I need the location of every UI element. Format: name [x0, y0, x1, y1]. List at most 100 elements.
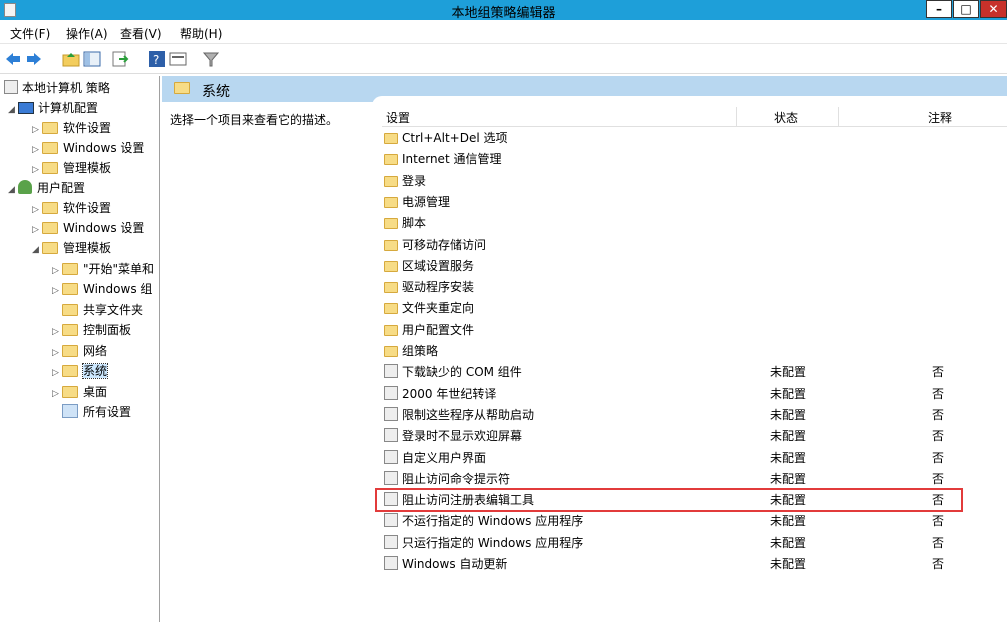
column-state[interactable]: 状态 — [774, 109, 798, 126]
policy-name: 登录时不显示欢迎屏幕 — [402, 429, 523, 444]
folder-row-label: 脚本 — [384, 213, 426, 234]
tree-windows-components[interactable]: ▷ Windows 组 — [52, 279, 152, 299]
policy-setting-icon — [384, 385, 398, 400]
policy-row[interactable]: 阻止访问命令提示符 未配置 否 — [382, 469, 1007, 490]
folder-icon — [384, 346, 398, 357]
folder-row[interactable]: 电源管理 — [382, 192, 1007, 213]
folder-row[interactable]: 文件夹重定向 — [382, 298, 1007, 319]
folder-name: Internet 通信管理 — [402, 152, 502, 167]
svg-text:?: ? — [153, 53, 159, 67]
policy-row[interactable]: 登录时不显示欢迎屏幕 未配置 否 — [382, 426, 1007, 447]
column-setting[interactable]: 设置 — [386, 109, 410, 126]
policy-name: 下载缺少的 COM 组件 — [402, 365, 522, 380]
back-icon[interactable] — [4, 50, 22, 68]
menu-bar: 文件(F) 操作(A) 查看(V) 帮助(H) — [0, 20, 1007, 44]
folder-icon — [384, 133, 398, 144]
tree-computer-config[interactable]: ◢ 计算机配置 — [8, 98, 98, 118]
tree-label: Windows 设置 — [63, 221, 145, 235]
tree-system[interactable]: ▷ 系统 — [52, 361, 109, 381]
tree-c-templates[interactable]: ▷ 管理模板 — [32, 158, 111, 178]
policy-row[interactable]: 限制这些程序从帮助启动 未配置 否 — [382, 405, 1007, 426]
policy-row[interactable]: Windows 自动更新 未配置 否 — [382, 554, 1007, 575]
tree-all-settings[interactable]: 所有设置 — [52, 402, 131, 422]
tree-u-software[interactable]: ▷ 软件设置 — [32, 198, 111, 218]
tree-root[interactable]: 本地计算机 策略 — [4, 78, 110, 98]
policy-note: 否 — [932, 407, 945, 422]
column-divider[interactable] — [838, 107, 839, 127]
tree-pane: 本地计算机 策略 ◢ 计算机配置 ▷ 软件设置 ▷ Windows 设置 ▷ 管理模板 … — [0, 76, 160, 622]
folder-icon — [62, 283, 78, 295]
tree-label: 计算机配置 — [38, 101, 99, 115]
show-hide-tree-icon[interactable] — [83, 50, 101, 68]
folder-icon — [62, 304, 78, 316]
help-icon[interactable]: ? — [148, 50, 166, 68]
policy-state: 未配置 — [770, 471, 807, 486]
view-icon[interactable] — [169, 50, 187, 68]
folder-row[interactable]: 可移动存储访问 — [382, 235, 1007, 256]
close-button[interactable]: ✕ — [980, 0, 1007, 18]
tree-label: 管理模板 — [63, 241, 112, 255]
tree-network[interactable]: ▷ 网络 — [52, 341, 107, 361]
folder-name: 登录 — [402, 173, 427, 188]
policy-row[interactable]: 只运行指定的 Windows 应用程序 未配置 否 — [382, 533, 1007, 554]
tree-c-windows[interactable]: ▷ Windows 设置 — [32, 138, 144, 158]
filter-icon[interactable] — [202, 50, 220, 68]
folder-icon — [384, 196, 398, 208]
folder-row[interactable]: 区域设置服务 — [382, 256, 1007, 277]
column-divider[interactable] — [736, 107, 737, 127]
policy-state: 未配置 — [770, 535, 807, 550]
menu-file[interactable]: 文件(F) — [10, 25, 50, 42]
export-icon[interactable] — [111, 50, 129, 68]
folder-name: 用户配置文件 — [402, 322, 475, 337]
folder-row[interactable]: Ctrl+Alt+Del 选项 — [382, 128, 1007, 149]
policy-row[interactable]: 下载缺少的 COM 组件 未配置 否 — [382, 362, 1007, 383]
tree-u-templates[interactable]: ◢ 管理模板 — [32, 238, 111, 258]
all-settings-icon — [62, 404, 78, 418]
policy-row-label: 不运行指定的 Windows 应用程序 — [384, 511, 583, 532]
folder-row-label: Ctrl+Alt+Del 选项 — [384, 128, 507, 149]
up-folder-icon[interactable] — [62, 50, 80, 68]
tree-desktop[interactable]: ▷ 桌面 — [52, 382, 107, 402]
policy-state: 未配置 — [770, 514, 807, 529]
tree-label: Windows 组 — [83, 282, 153, 296]
policy-row-label: 限制这些程序从帮助启动 — [384, 405, 534, 426]
folder-row[interactable]: 组策略 — [382, 341, 1007, 362]
policy-row[interactable]: 自定义用户界面 未配置 否 — [382, 448, 1007, 469]
folder-icon — [384, 239, 398, 251]
folder-row[interactable]: 用户配置文件 — [382, 320, 1007, 341]
folder-row[interactable]: 驱动程序安装 — [382, 277, 1007, 298]
column-note[interactable]: 注释 — [928, 109, 952, 126]
maximize-button[interactable]: □ — [953, 0, 979, 18]
policy-setting-icon — [384, 406, 398, 421]
folder-icon — [384, 324, 398, 336]
forward-icon[interactable] — [25, 50, 43, 68]
folder-name: 驱动程序安装 — [402, 280, 475, 295]
policy-state: 未配置 — [770, 407, 807, 422]
menu-action[interactable]: 操作(A) — [66, 25, 108, 42]
tree-label: 共享文件夹 — [83, 303, 144, 317]
minimize-button[interactable]: – — [926, 0, 952, 18]
menu-help[interactable]: 帮助(H) — [180, 25, 222, 42]
folder-row[interactable]: 脚本 — [382, 213, 1007, 234]
tree-control-panel[interactable]: ▷ 控制面板 — [52, 320, 131, 340]
tree-c-software[interactable]: ▷ 软件设置 — [32, 118, 111, 138]
tree-label: 软件设置 — [63, 201, 112, 215]
policy-row[interactable]: 2000 年世纪转译 未配置 否 — [382, 384, 1007, 405]
policy-note: 否 — [932, 535, 945, 550]
menu-view[interactable]: 查看(V) — [120, 25, 162, 42]
policy-row-label: Windows 自动更新 — [384, 554, 507, 575]
policy-note: 否 — [932, 365, 945, 380]
tree-start-menu[interactable]: ▷ "开始"菜单和 — [52, 259, 154, 279]
tree-u-windows[interactable]: ▷ Windows 设置 — [32, 218, 144, 238]
tree-user-config[interactable]: ◢ 用户配置 — [8, 178, 85, 198]
policy-note: 否 — [932, 471, 945, 486]
folder-name: Ctrl+Alt+Del 选项 — [402, 131, 508, 145]
folder-row[interactable]: 登录 — [382, 171, 1007, 192]
policy-row[interactable]: 不运行指定的 Windows 应用程序 未配置 否 — [382, 511, 1007, 532]
computer-icon — [18, 102, 34, 114]
folder-row-label: 文件夹重定向 — [384, 298, 474, 319]
folder-icon — [62, 386, 78, 398]
policy-setting-icon — [384, 449, 398, 464]
folder-row[interactable]: Internet 通信管理 — [382, 149, 1007, 170]
tree-shared-folders[interactable]: 共享文件夹 — [52, 300, 143, 320]
